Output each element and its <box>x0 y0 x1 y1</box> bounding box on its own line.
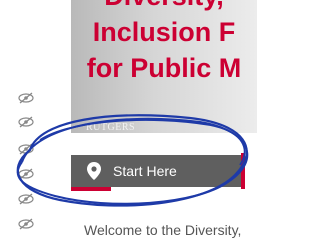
welcome-text: Welcome to the Diversity, <box>84 222 242 238</box>
eye-slash-icon[interactable] <box>18 92 34 104</box>
eye-slash-icon[interactable] <box>18 168 34 180</box>
eye-slash-icon[interactable] <box>18 218 34 230</box>
eye-slash-icon[interactable] <box>18 193 34 205</box>
course-banner-image: Diversity, Inclusion F for Public M RUTG… <box>71 0 257 133</box>
eye-slash-icon[interactable] <box>18 143 34 155</box>
map-pin-icon <box>85 161 103 181</box>
left-gutter <box>0 0 60 244</box>
banner-title-line-3: for Public M <box>86 53 242 83</box>
next-module-edge <box>241 153 245 189</box>
start-here-accent <box>71 187 111 191</box>
rutgers-logo: RUTGERS <box>86 122 136 133</box>
start-here-label: Start Here <box>113 163 177 179</box>
start-here-button[interactable]: Start Here <box>71 155 243 187</box>
eye-slash-icon[interactable] <box>18 116 34 128</box>
banner-title-line-1: Diversity, <box>71 0 257 12</box>
banner-title-line-2: Inclusion F <box>92 17 236 47</box>
